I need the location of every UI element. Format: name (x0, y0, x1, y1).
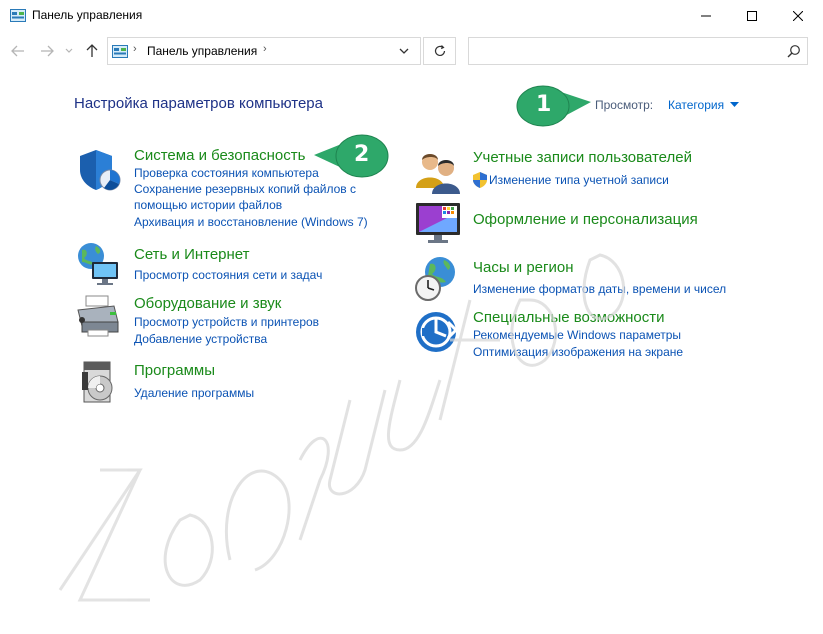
callout-number-2: 2 (354, 142, 370, 167)
callout-1: 1 (513, 84, 593, 128)
users-icon[interactable] (414, 148, 462, 196)
minimize-icon (701, 15, 711, 16)
refresh-button[interactable] (423, 37, 456, 65)
window-title: Панель управления (32, 8, 143, 22)
shield-icon[interactable] (76, 146, 124, 194)
close-button[interactable] (775, 0, 821, 31)
callout-2: 2 (312, 133, 392, 179)
category-title-programs[interactable]: Программы (134, 362, 215, 379)
programs-icon[interactable] (78, 358, 126, 406)
chevron-down-icon[interactable] (397, 45, 411, 57)
link-check-computer-status[interactable]: Проверка состояния компьютера (134, 165, 319, 181)
printer-icon[interactable] (74, 292, 122, 340)
up-button[interactable] (82, 41, 102, 61)
display-palette-icon[interactable] (414, 199, 462, 247)
link-network-status[interactable]: Просмотр состояния сети и задач (134, 267, 322, 283)
maximize-button[interactable] (729, 0, 775, 31)
accessibility-icon[interactable] (414, 308, 462, 356)
navigation-bar: › Панель управления › (0, 31, 823, 71)
category-title-appearance[interactable]: Оформление и персонализация (473, 211, 698, 228)
breadcrumb-control-panel[interactable]: Панель управления (147, 44, 257, 58)
recent-locations-button[interactable] (62, 41, 76, 61)
category-title-system-security[interactable]: Система и безопасность (134, 147, 305, 164)
category-title-clock-region[interactable]: Часы и регион (473, 259, 574, 276)
page-title: Настройка параметров компьютера (74, 95, 323, 112)
link-devices-printers[interactable]: Просмотр устройств и принтеров (134, 314, 319, 330)
callout-arrow-shape (516, 85, 591, 127)
network-globe-icon[interactable] (74, 240, 122, 288)
arrow-left-icon (11, 45, 24, 57)
address-bar[interactable]: › Панель управления › (107, 37, 421, 65)
link-optimize-display[interactable]: Оптимизация изображения на экране (473, 344, 683, 360)
caret-down-icon[interactable] (730, 102, 739, 108)
maximize-icon (747, 10, 757, 21)
category-title-accessibility[interactable]: Специальные возможности (473, 309, 665, 326)
arrow-right-icon (41, 45, 54, 57)
callout-number-1: 1 (536, 92, 552, 117)
search-input[interactable] (468, 37, 808, 65)
view-by-label: Просмотр: (595, 98, 654, 112)
close-icon (793, 10, 803, 21)
forward-button[interactable] (37, 41, 57, 61)
control-panel-icon (10, 9, 26, 22)
link-backup-restore-win7[interactable]: Архивация и восстановление (Windows 7) (134, 214, 368, 230)
refresh-icon (434, 45, 445, 57)
callout-arrow-shape (314, 134, 389, 178)
link-uninstall-program[interactable]: Удаление программы (134, 385, 254, 401)
minimize-button[interactable] (683, 0, 729, 31)
category-title-hardware-sound[interactable]: Оборудование и звук (134, 295, 281, 312)
link-add-device[interactable]: Добавление устройства (134, 331, 267, 347)
link-change-account-type[interactable]: Изменение типа учетной записи (489, 172, 669, 188)
search-icon[interactable] (787, 44, 801, 58)
link-change-date-formats[interactable]: Изменение форматов даты, времени и чисел (473, 281, 726, 297)
chevron-down-icon (65, 48, 73, 53)
category-title-user-accounts[interactable]: Учетные записи пользователей (473, 149, 692, 166)
link-file-history-backup-cont[interactable]: помощью истории файлов (134, 197, 282, 213)
title-bar: Панель управления (0, 0, 823, 31)
control-panel-icon (112, 45, 128, 58)
uac-shield-icon (473, 172, 487, 188)
breadcrumb-separator-icon[interactable]: › (263, 43, 267, 55)
category-title-network-internet[interactable]: Сеть и Интернет (134, 246, 250, 263)
breadcrumb-separator-icon[interactable]: › (133, 43, 137, 55)
link-recommended-settings[interactable]: Рекомендуемые Windows параметры (473, 327, 681, 343)
arrow-up-icon (86, 44, 98, 57)
link-file-history-backup[interactable]: Сохранение резервных копий файлов с (134, 181, 356, 197)
clock-globe-icon[interactable] (412, 254, 460, 302)
back-button[interactable] (8, 41, 28, 61)
view-by-dropdown[interactable]: Категория (668, 98, 724, 112)
